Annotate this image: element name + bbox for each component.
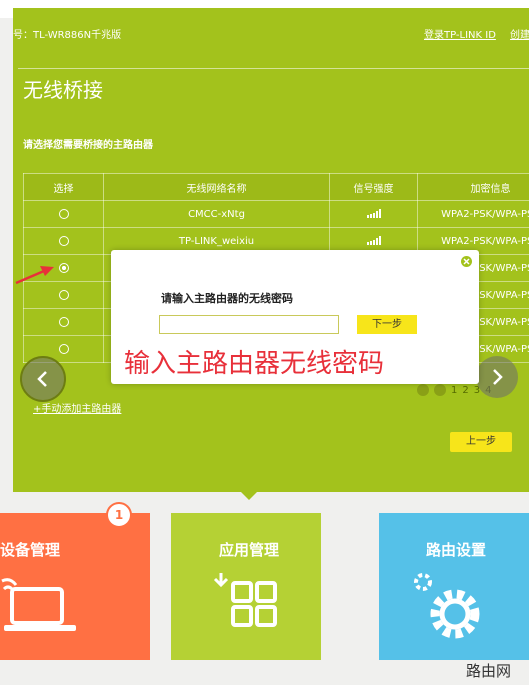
column-header-ssid: 无线网络名称 <box>103 173 330 201</box>
tile-router-settings[interactable]: 路由设置 <box>379 513 529 660</box>
password-prompt-label: 请输入主路由器的无线密码 <box>161 292 293 305</box>
page-prev-icon[interactable] <box>434 384 446 396</box>
table-header-row: 选择 无线网络名称 信号强度 加密信息 <box>23 173 529 201</box>
signal-strength-icon <box>366 209 381 218</box>
carousel-prev-button[interactable] <box>20 356 66 402</box>
page-number[interactable]: 1 <box>451 385 457 396</box>
annotation-text: 输入主路由器无线密码 <box>124 349 385 379</box>
select-radio-selected[interactable] <box>58 262 69 273</box>
tile-label: 路由设置 <box>426 541 487 559</box>
select-radio[interactable] <box>58 289 69 300</box>
column-header-signal: 信号强度 <box>329 173 418 201</box>
tile-label: 设备管理 <box>0 541 61 559</box>
page-number[interactable]: 2 <box>462 385 468 396</box>
signal-strength-icon <box>366 236 381 245</box>
chevron-left-icon <box>37 371 47 387</box>
chevron-right-icon <box>493 369 503 385</box>
wireless-password-input[interactable] <box>159 315 339 334</box>
select-radio[interactable] <box>58 316 69 327</box>
gear-icon <box>414 573 480 639</box>
watermark-text: 路由网 <box>466 662 512 680</box>
prev-step-button[interactable]: 上一步 <box>450 432 512 452</box>
select-radio[interactable] <box>58 208 69 219</box>
security-cell: WPA2-PSK/WPA-PSK <box>417 200 529 228</box>
select-radio[interactable] <box>58 235 69 246</box>
create-link[interactable]: 创建 <box>510 26 529 41</box>
tile-app-management[interactable]: 应用管理 <box>171 513 321 660</box>
laptop-icon <box>1 578 76 631</box>
device-model: 号：TL-WR886N千兆版 <box>13 30 122 41</box>
tile-device-management[interactable]: 设备管理 <box>0 513 150 660</box>
page-title: 无线桥接 <box>23 78 103 102</box>
table-row[interactable]: CMCC-xNtg WPA2-PSK/WPA-PSK <box>23 200 529 228</box>
carousel-next-button[interactable] <box>476 356 518 398</box>
red-arrow-icon <box>15 266 54 285</box>
tile-label: 应用管理 <box>219 541 280 559</box>
page-first-icon[interactable] <box>417 384 429 396</box>
select-radio[interactable] <box>58 343 69 354</box>
login-tplink-id-link[interactable]: 登录TP-LINK ID <box>424 26 496 41</box>
header-divider <box>18 68 529 69</box>
column-header-security: 加密信息 <box>417 173 529 201</box>
column-header-select: 选择 <box>23 173 104 201</box>
panel-pointer <box>240 491 258 500</box>
manual-add-router-link[interactable]: +手动添加主路由器 <box>33 400 121 415</box>
apps-grid-icon <box>213 573 277 627</box>
next-step-button[interactable]: 下一步 <box>357 315 417 334</box>
ssid-cell: CMCC-xNtg <box>103 200 330 228</box>
notification-badge: 1 <box>106 502 132 528</box>
close-icon[interactable] <box>461 256 472 267</box>
page-subtitle: 请选择您需要桥接的主路由器 <box>23 140 153 151</box>
